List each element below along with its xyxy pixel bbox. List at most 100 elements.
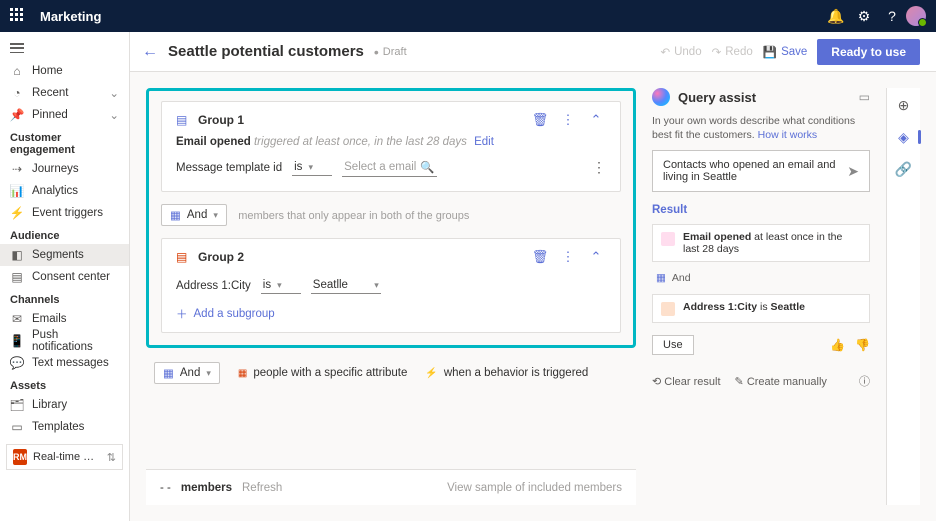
- behavior-tag-icon: [661, 232, 675, 246]
- home-icon: ⌂: [10, 64, 24, 78]
- result-heading: Result: [652, 204, 870, 216]
- push-icon: 📱: [10, 334, 24, 348]
- area-label: Real-time marketi…: [33, 451, 101, 463]
- collapse-group-button[interactable]: ⌃: [586, 112, 606, 128]
- redo-button[interactable]: ↷ Redo: [712, 45, 753, 59]
- user-avatar[interactable]: [906, 6, 926, 26]
- trigger-icon: ⚡: [10, 206, 24, 220]
- condition-row: Message template id is▾ Select a email 🔍…: [176, 154, 606, 181]
- result-and: ▦And: [652, 270, 870, 286]
- nav-event-triggers[interactable]: ⚡Event triggers: [0, 202, 129, 224]
- group-operator-select[interactable]: ▦And▾: [161, 204, 227, 226]
- row-more-button[interactable]: ⋮: [592, 159, 606, 176]
- nav-library[interactable]: 🗂Library: [0, 394, 129, 416]
- rail-link-icon[interactable]: 🔗: [895, 160, 913, 178]
- group-1-title: Group 1: [198, 113, 244, 127]
- nav-recent[interactable]: ◔Recent⌄: [0, 82, 129, 104]
- nav-text[interactable]: 💬Text messages: [0, 352, 129, 374]
- nav-consent-center[interactable]: ▤Consent center: [0, 266, 129, 288]
- right-rail: ⊕ ◈ 🔗: [886, 88, 920, 505]
- nav-analytics[interactable]: 📊Analytics: [0, 180, 129, 202]
- nav-push[interactable]: 📱Push notifications: [0, 330, 129, 352]
- add-behavior-button[interactable]: when a behavior is triggered: [425, 367, 588, 379]
- clear-result-button[interactable]: ⟲ Clear result: [652, 375, 721, 388]
- add-operator-select[interactable]: ▦And▾: [154, 362, 220, 384]
- add-subgroup-button[interactable]: ＋Add a subgroup: [176, 306, 606, 322]
- command-bar: ← Seattle potential customers Draft ↶ Un…: [130, 32, 936, 72]
- operator-hint: members that only appear in both of the …: [238, 210, 469, 222]
- nav-pinned[interactable]: 📌Pinned⌄: [0, 104, 129, 126]
- expand-icon[interactable]: ▭: [859, 90, 870, 104]
- consent-icon: ▤: [10, 270, 24, 284]
- group-icon: ▤: [176, 250, 190, 264]
- create-manually-button[interactable]: ✎ Create manually: [735, 375, 827, 388]
- collapse-group-button[interactable]: ⌃: [586, 249, 606, 265]
- query-assist-panel: Query assist ▭ In your own words describ…: [652, 88, 870, 505]
- undo-button[interactable]: ↶ Undo: [660, 45, 701, 59]
- rail-assist-icon[interactable]: ◈: [895, 128, 913, 146]
- left-sidebar: ⌂Home ◔Recent⌄ 📌Pinned⌄ Customer engagem…: [0, 32, 130, 521]
- add-condition-bar: ▦And▾ people with a specific attribute w…: [146, 348, 636, 398]
- area-switcher[interactable]: RM Real-time marketi… ⇅: [6, 444, 123, 470]
- page-title: Seattle potential customers: [168, 43, 364, 60]
- info-icon[interactable]: ⓘ: [859, 373, 870, 389]
- prompt-input[interactable]: Contacts who opened an email and living …: [652, 150, 870, 192]
- members-label: members: [181, 482, 232, 494]
- save-button[interactable]: 💾 Save: [763, 45, 808, 59]
- how-it-works-link[interactable]: How it works: [758, 129, 818, 141]
- group-1-card: ▤ Group 1 🗑 ⋮ ⌃ Email opened triggered a…: [161, 101, 621, 192]
- value-select[interactable]: Seatlle▾: [311, 277, 381, 294]
- result-card-1: Email opened at least once in the last 2…: [652, 224, 870, 262]
- assist-desc: In your own words describe what conditio…: [652, 114, 870, 142]
- ready-to-use-button[interactable]: Ready to use: [817, 39, 920, 65]
- rail-add-icon[interactable]: ⊕: [895, 96, 913, 114]
- operator-select[interactable]: is▾: [292, 159, 332, 176]
- collapse-sidebar-button[interactable]: [0, 36, 129, 60]
- analytics-icon: 📊: [10, 184, 24, 198]
- nav-emails[interactable]: ✉Emails: [0, 308, 129, 330]
- pin-icon: 📌: [10, 108, 24, 122]
- library-icon: 🗂: [10, 398, 24, 412]
- condition-row: Address 1:City is▾ Seatlle▾: [176, 273, 606, 298]
- notification-icon[interactable]: 🔔: [822, 8, 850, 25]
- search-icon: 🔍: [420, 160, 434, 174]
- edit-condition-link[interactable]: Edit: [474, 136, 494, 148]
- result-card-2: Address 1:City is Seattle: [652, 294, 870, 323]
- thumbs-up-icon[interactable]: 👍: [830, 338, 845, 352]
- delete-group-button[interactable]: 🗑: [530, 249, 550, 265]
- group-2-card: ▤ Group 2 🗑 ⋮ ⌃ Address 1:City is▾ Seatl…: [161, 238, 621, 333]
- chat-icon: 💬: [10, 356, 24, 370]
- use-result-button[interactable]: Use: [652, 335, 694, 355]
- members-bar: - - members Refresh View sample of inclu…: [146, 469, 636, 505]
- section-engagement: Customer engagement: [0, 126, 129, 158]
- settings-icon[interactable]: ⚙: [850, 8, 878, 25]
- highlighted-groups: ▤ Group 1 🗑 ⋮ ⌃ Email opened triggered a…: [146, 88, 636, 348]
- plus-icon: ＋: [176, 306, 188, 322]
- chevron-down-icon: ⌄: [109, 86, 119, 100]
- more-group-button[interactable]: ⋮: [558, 112, 578, 128]
- more-group-button[interactable]: ⋮: [558, 249, 578, 265]
- group-operator-row: ▦And▾ members that only appear in both o…: [161, 192, 621, 238]
- member-count: - -: [160, 482, 171, 494]
- send-button[interactable]: ➤: [847, 163, 859, 180]
- view-sample-button[interactable]: View sample of included members: [447, 482, 622, 494]
- group-2-title: Group 2: [198, 250, 244, 264]
- nav-journeys[interactable]: ⇢Journeys: [0, 158, 129, 180]
- refresh-button[interactable]: Refresh: [242, 482, 282, 494]
- section-assets: Assets: [0, 374, 129, 394]
- thumbs-down-icon[interactable]: 👎: [855, 338, 870, 352]
- email-select[interactable]: Select a email 🔍: [342, 158, 437, 177]
- help-icon[interactable]: ?: [878, 8, 906, 24]
- delete-group-button[interactable]: 🗑: [530, 112, 550, 128]
- add-attribute-button[interactable]: people with a specific attribute: [238, 367, 408, 379]
- back-button[interactable]: ←: [142, 43, 158, 61]
- group-icon: ▤: [176, 113, 190, 127]
- nav-templates[interactable]: ▭Templates: [0, 416, 129, 438]
- nav-segments[interactable]: ◧Segments: [0, 244, 129, 266]
- app-launcher-icon[interactable]: [10, 8, 26, 24]
- operator-select[interactable]: is▾: [261, 277, 301, 294]
- main-area: ← Seattle potential customers Draft ↶ Un…: [130, 32, 936, 521]
- attribute-tag-icon: [661, 302, 675, 316]
- nav-home[interactable]: ⌂Home: [0, 60, 129, 82]
- updown-icon: ⇅: [107, 451, 116, 464]
